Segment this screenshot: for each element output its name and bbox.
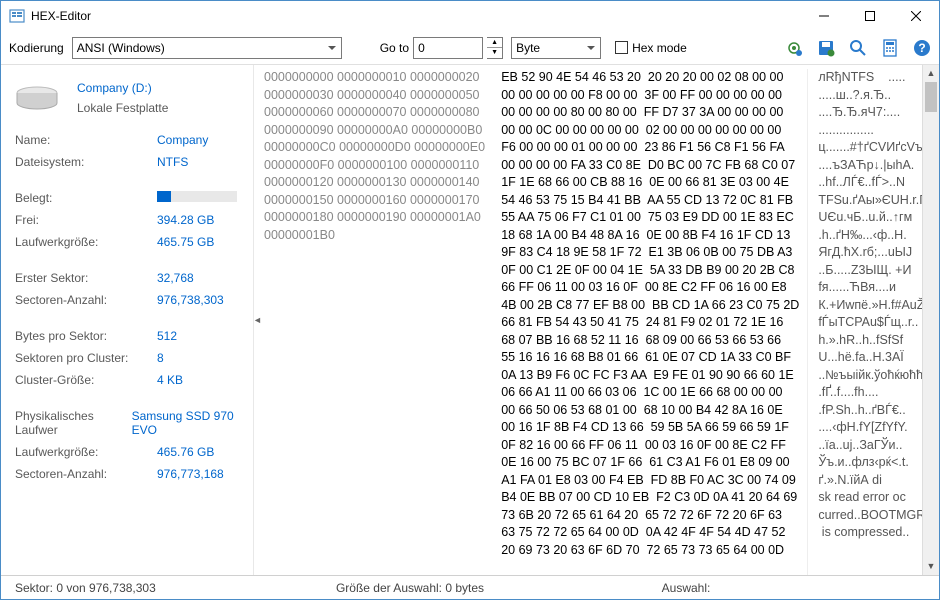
scroll-down-icon[interactable]: ▼ [923, 558, 939, 575]
titlebar: HEX-Editor [1, 1, 939, 31]
close-button[interactable] [893, 1, 939, 31]
property-row: Frei:394.28 GB [15, 213, 239, 227]
save-icon[interactable] [817, 39, 835, 57]
settings-gear-icon[interactable] [785, 39, 803, 57]
sidebar: Company (D:) Lokale Festplatte Name:Comp… [1, 65, 253, 575]
goto-label: Go to [380, 41, 409, 55]
disk-type: Lokale Festplatte [77, 101, 168, 115]
svg-text:?: ? [918, 41, 925, 55]
property-row: Cluster-Größe:4 KB [15, 373, 239, 387]
property-row: Name:Company [15, 133, 239, 147]
property-label: Laufwerkgröße: [15, 235, 157, 249]
ascii-column[interactable]: лRђNTFS ..... .....ш..?.я.Ђ.. ....Ђ.Ђ.яЧ… [807, 69, 939, 575]
property-row: Erster Sektor:32,768 [15, 271, 239, 285]
property-value: 976,738,303 [157, 293, 224, 307]
encoding-label: Kodierung [9, 41, 64, 55]
property-value: Samsung SSD 970 EVO [132, 409, 239, 437]
hexmode-checkbox[interactable]: Hex mode [615, 41, 687, 55]
property-value: 32,768 [157, 271, 194, 285]
hex-bytes-column[interactable]: EB 52 90 4E 54 46 53 20 20 20 20 00 02 0… [493, 69, 807, 575]
property-label: Sectoren-Anzahl: [15, 293, 157, 307]
search-icon[interactable] [849, 39, 867, 57]
property-label: Sectoren-Anzahl: [15, 467, 157, 481]
goto-input[interactable] [413, 37, 483, 59]
status-selection: Auswahl: [542, 581, 925, 595]
property-row: Laufwerkgröße:465.76 GB [15, 445, 239, 459]
disk-header: Company (D:) Lokale Festplatte [15, 81, 239, 115]
property-value: 394.28 GB [157, 213, 214, 227]
property-label: Frei: [15, 213, 157, 227]
property-row: Belegt: [15, 191, 239, 205]
property-value: 512 [157, 329, 177, 343]
encoding-select[interactable]: ANSI (Windows) [72, 37, 342, 59]
status-sector: Sektor: 0 von 976,738,303 [15, 581, 278, 595]
vertical-scrollbar[interactable]: ▲ ▼ [922, 65, 939, 575]
property-value: 465.75 GB [157, 235, 214, 249]
property-row: Sectoren-Anzahl:976,773,168 [15, 467, 239, 481]
property-value: Company [157, 133, 208, 147]
property-row: Laufwerkgröße:465.75 GB [15, 235, 239, 249]
property-label: Erster Sektor: [15, 271, 157, 285]
property-label: Dateisystem: [15, 155, 157, 169]
window-title: HEX-Editor [31, 9, 801, 23]
minimize-button[interactable] [801, 1, 847, 31]
property-label: Physikalisches Laufwer [15, 409, 132, 437]
unit-select[interactable]: Byte [511, 37, 601, 59]
checkbox-icon [615, 41, 628, 54]
hex-view[interactable]: 0000000000 0000000010 0000000020 0000000… [253, 65, 939, 575]
property-value: 8 [157, 351, 164, 365]
maximize-button[interactable] [847, 1, 893, 31]
disk-name: Company (D:) [77, 81, 168, 95]
property-row: Bytes pro Sektor:512 [15, 329, 239, 343]
window-controls [801, 1, 939, 31]
property-value: 465.76 GB [157, 445, 214, 459]
property-value: NTFS [157, 155, 188, 169]
status-selection-size: Größe der Auswahl: 0 bytes [278, 581, 541, 595]
property-label: Cluster-Größe: [15, 373, 157, 387]
property-label: Belegt: [15, 191, 157, 205]
property-label: Laufwerkgröße: [15, 445, 157, 459]
toolbar-actions: ? [785, 39, 931, 57]
property-row: Dateisystem:NTFS [15, 155, 239, 169]
toolbar: Kodierung ANSI (Windows) Go to ▲▼ Byte H… [1, 31, 939, 65]
usage-bar [157, 191, 237, 202]
statusbar: Sektor: 0 von 976,738,303 Größe der Ausw… [1, 575, 939, 599]
goto-spinner[interactable]: ▲▼ [487, 37, 503, 59]
property-label: Bytes pro Sektor: [15, 329, 157, 343]
property-row: Physikalisches LaufwerSamsung SSD 970 EV… [15, 409, 239, 437]
app-icon [9, 8, 25, 24]
disk-icon [15, 85, 59, 111]
property-value: 976,773,168 [157, 467, 224, 481]
content-area: Company (D:) Lokale Festplatte Name:Comp… [1, 65, 939, 575]
property-value: 4 KB [157, 373, 183, 387]
property-row: Sectoren-Anzahl:976,738,303 [15, 293, 239, 307]
scroll-up-icon[interactable]: ▲ [923, 65, 939, 82]
property-row: Sektoren pro Cluster:8 [15, 351, 239, 365]
offset-column: 0000000000 0000000010 0000000020 0000000… [254, 69, 493, 575]
goto-group: Go to ▲▼ [380, 37, 503, 59]
help-icon[interactable]: ? [913, 39, 931, 57]
property-label: Sektoren pro Cluster: [15, 351, 157, 365]
property-label: Name: [15, 133, 157, 147]
scroll-thumb[interactable] [925, 82, 937, 112]
calculator-icon[interactable] [881, 39, 899, 57]
